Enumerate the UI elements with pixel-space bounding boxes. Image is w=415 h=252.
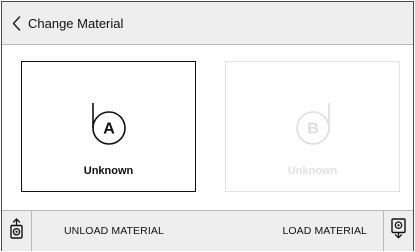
load-icon-button[interactable]	[383, 211, 413, 251]
change-material-screen: Change Material A Unknown B Unknown UNLO…	[1, 1, 414, 251]
material-card-a[interactable]: A Unknown	[21, 61, 196, 192]
header-bar: Change Material	[2, 2, 413, 45]
load-material-button[interactable]: LOAD MATERIAL	[282, 211, 367, 251]
spool-slot-letter-a: A	[103, 121, 115, 138]
unload-icon-button[interactable]	[2, 211, 32, 251]
spool-a-icon: A	[87, 102, 131, 148]
material-status-b: Unknown	[287, 165, 338, 177]
back-button[interactable]	[2, 2, 21, 44]
spool-slot-letter-b: B	[307, 121, 319, 138]
page-title: Change Material	[28, 15, 124, 31]
unload-material-button[interactable]: UNLOAD MATERIAL	[64, 211, 164, 251]
material-selection-area: A Unknown B Unknown	[2, 45, 413, 210]
load-material-icon	[391, 218, 406, 244]
chevron-left-icon	[12, 15, 21, 31]
unload-material-icon	[10, 218, 23, 244]
material-status-a: Unknown	[83, 165, 134, 177]
footer-bar: UNLOAD MATERIAL LOAD MATERIAL	[2, 210, 413, 251]
spool-b-icon: B	[291, 102, 335, 148]
material-card-b: B Unknown	[225, 61, 400, 192]
